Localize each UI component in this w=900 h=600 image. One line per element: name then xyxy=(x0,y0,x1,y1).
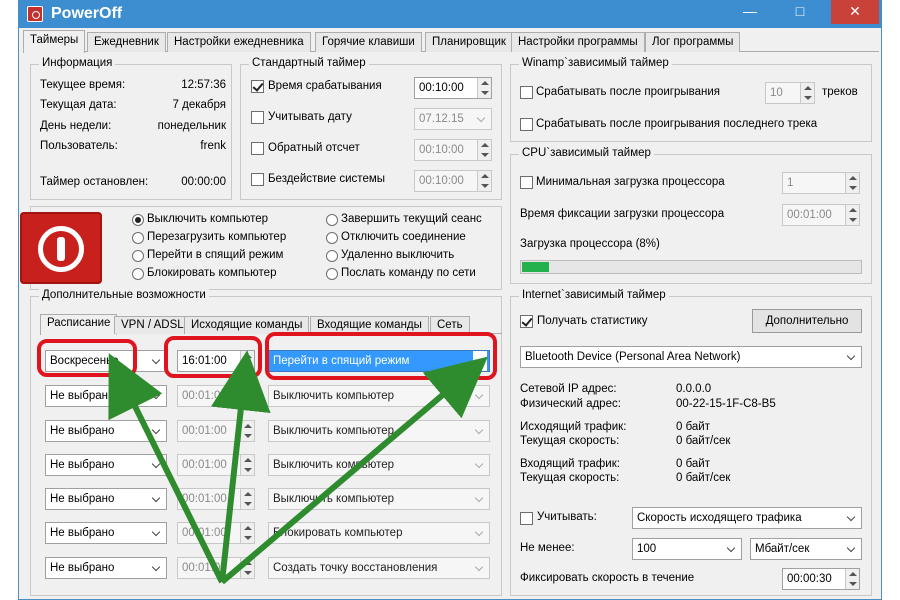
arrow-to-time xyxy=(210,350,271,583)
arrow-to-day xyxy=(108,353,225,584)
arrow-to-action xyxy=(220,356,488,585)
annotation-arrows xyxy=(108,350,488,585)
